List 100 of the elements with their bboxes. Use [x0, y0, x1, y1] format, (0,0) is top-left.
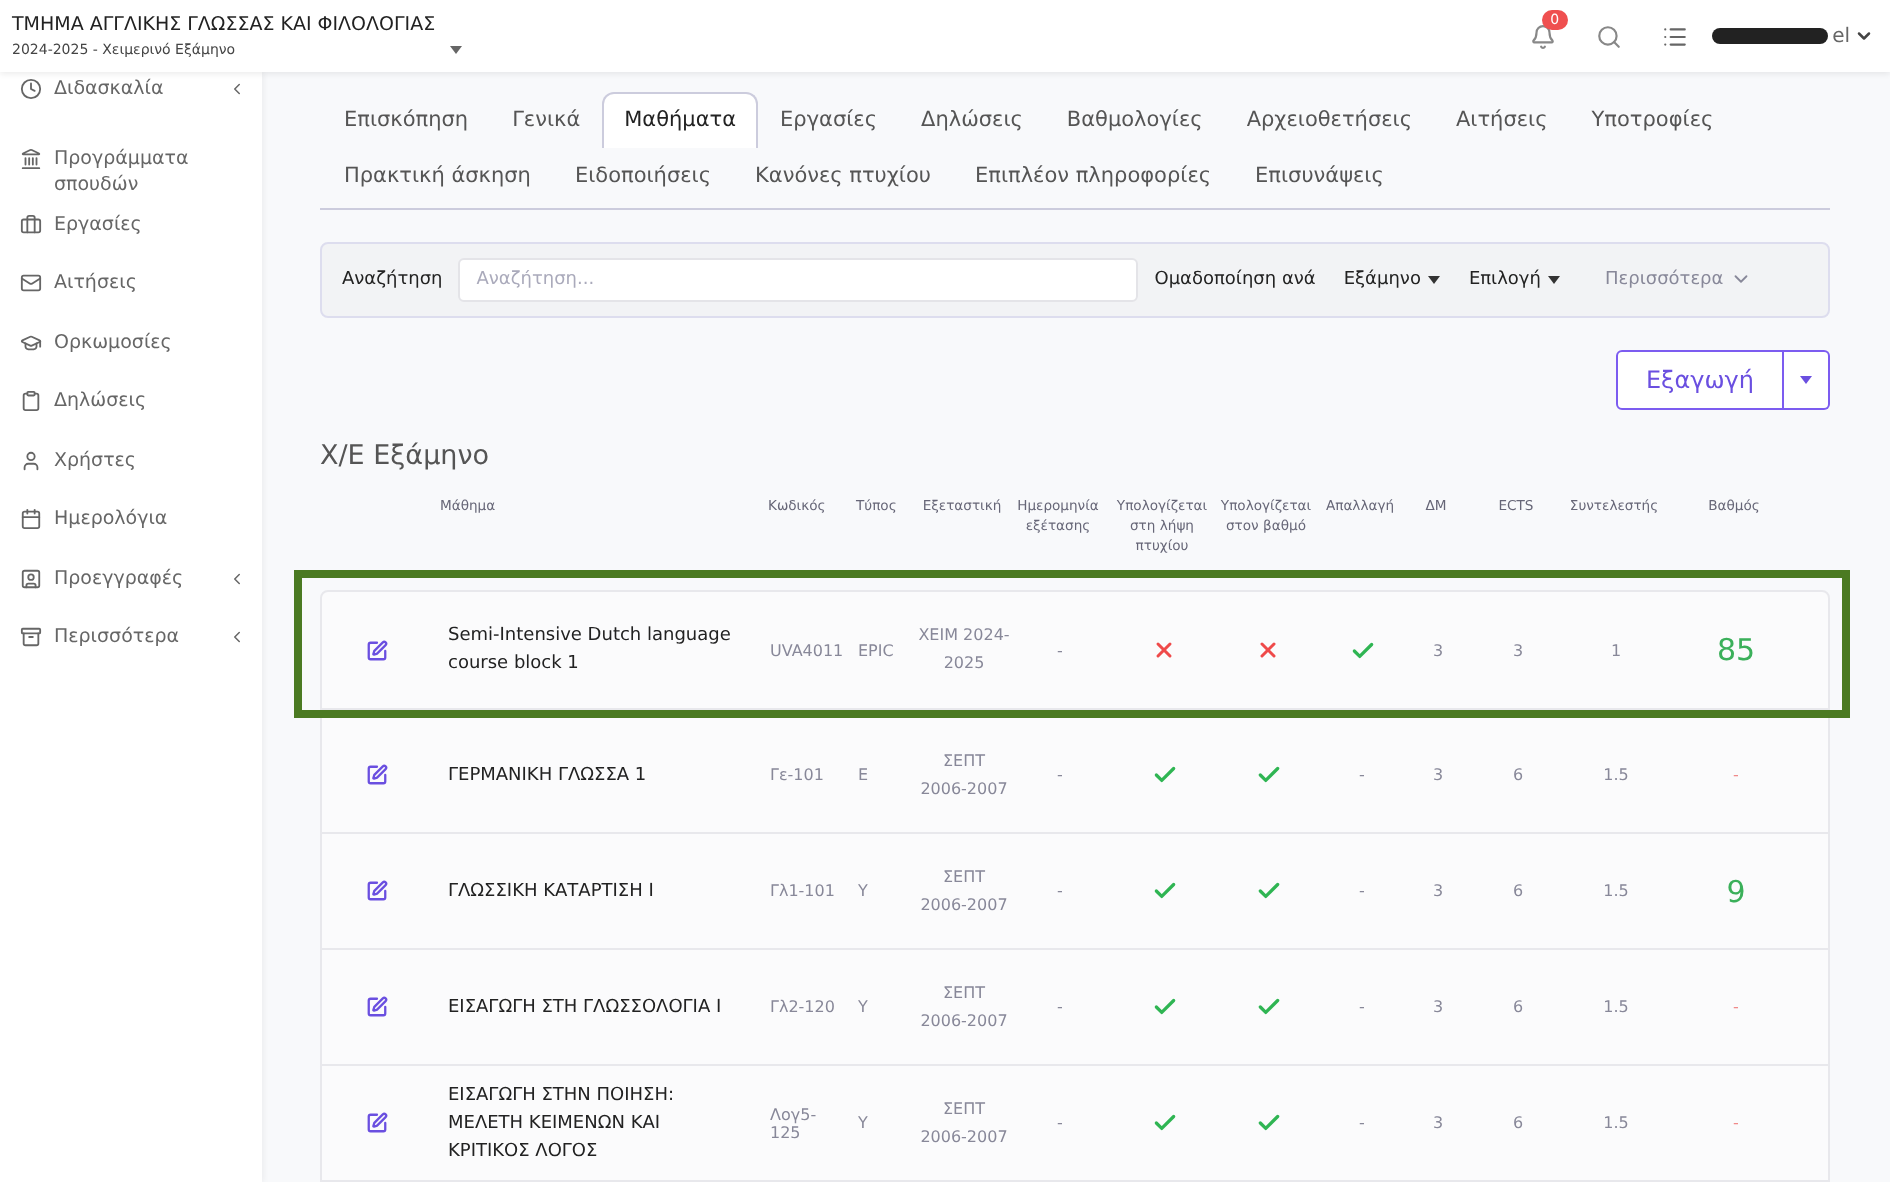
grade-cell-text: 9	[1724, 873, 1748, 909]
table-cell-text: 3	[1430, 641, 1446, 659]
tab[interactable]: Υποτροφίες	[1569, 92, 1736, 148]
table-cell-text: 3	[1510, 641, 1526, 659]
sidebar-item[interactable]: Ημερολόγια	[20, 492, 246, 551]
sidebar-item[interactable]: Διδασκαλία	[20, 72, 246, 131]
grade-cell-text: -	[1731, 766, 1741, 784]
edit-icon[interactable]	[365, 639, 387, 661]
search-label: Αναζήτηση	[342, 269, 443, 290]
group-by-label: Ομαδοποίηση ανά	[1154, 269, 1316, 290]
sidebar-item[interactable]: Δηλώσεις	[20, 374, 246, 433]
course-name: Semi-Intensive Dutch language course block 1	[446, 624, 733, 678]
redaction-bar	[1712, 28, 1829, 44]
edit-icon[interactable]	[365, 880, 387, 902]
table-cell-text: -	[1357, 882, 1367, 900]
table-cell-text: 1	[1608, 641, 1624, 659]
table-cell-text: -	[1055, 641, 1065, 659]
tab[interactable]: Επισυνάψεις	[1233, 148, 1406, 204]
calendar-icon	[20, 508, 42, 530]
table-cell-text: ΣΕΠΤ 2006-2007	[918, 981, 1010, 1033]
envelope-icon	[20, 272, 42, 294]
table-cell-text: 3	[1430, 882, 1446, 900]
tab[interactable]: Αιτήσεις	[1434, 92, 1570, 148]
table-cell-text: 1.5	[1601, 882, 1631, 900]
table-cell-text: ΣΕΠΤ 2006-2007	[918, 749, 1010, 801]
table-cell-text: Υ	[856, 998, 870, 1016]
table-cell-text: 1.5	[1601, 998, 1631, 1016]
table-cell-text: 6	[1510, 1114, 1526, 1132]
table-cell-text: -	[1357, 998, 1367, 1016]
tab[interactable]: Επισκόπηση	[322, 92, 491, 148]
table-cell-text: Λογ5-125	[768, 1105, 819, 1141]
tab[interactable]: Επιπλέον πληροφορίες	[953, 148, 1234, 204]
caret-icon[interactable]	[450, 46, 462, 54]
tab[interactable]: Εργασίες	[758, 92, 900, 148]
tab[interactable]: Μαθήματα	[602, 92, 759, 148]
table-cell-text: -	[1357, 766, 1367, 784]
sidebar-item[interactable]: Χρήστες	[20, 433, 246, 492]
table-cell-text: -	[1055, 998, 1065, 1016]
list-icon[interactable]	[1662, 23, 1689, 49]
table-cell-text: -	[1055, 882, 1065, 900]
grade-cell-text: 85	[1714, 632, 1758, 668]
edit-icon[interactable]	[365, 996, 387, 1018]
course-name: ΕΙΣΑΓΩΓΗ ΣΤΗΝ ΠΟΙΗΣΗ: ΜΕΛΕΤΗ ΚΕΙΜΕΝΩΝ ΚΑΙ ΚΡΙΤΙΚΟΣ ΛΟΓΟΣ	[446, 1083, 677, 1165]
table-cell-text: -	[1055, 1114, 1065, 1132]
department-title: ΤΜΗΜΑ ΑΓΓΛΙΚΗΣ ΓΛΩΣΣΑΣ ΚΑΙ ΦΙΛΟΛΟΓΙΑΣ	[12, 14, 438, 36]
bank-icon	[20, 147, 42, 169]
edit-icon[interactable]	[365, 764, 387, 786]
dropdown-button[interactable]: Επιλογή	[1468, 269, 1561, 290]
id-card-icon	[20, 567, 42, 589]
user-icon	[20, 449, 42, 471]
export-caret-button[interactable]	[1784, 349, 1830, 410]
table-cell-text: Γλ1-101	[768, 882, 837, 900]
table-cell-text: ΧΕΙΜ 2024-2025	[918, 624, 1010, 676]
clipboard-icon	[20, 390, 42, 412]
graduation-cap-icon	[20, 331, 42, 353]
search-field[interactable]: Αναζήτηση...	[458, 257, 1139, 302]
archive-icon	[20, 626, 42, 648]
table-cell-text: 3	[1430, 998, 1446, 1016]
tab[interactable]: Ειδοποιήσεις	[552, 148, 734, 204]
export-button[interactable]: Εξαγωγή	[1615, 349, 1784, 410]
search-icon[interactable]	[1596, 23, 1623, 49]
table-cell-text: 3	[1430, 1114, 1446, 1132]
table-cell-text: EPIC	[856, 641, 896, 659]
table-cell-text: 6	[1510, 766, 1526, 784]
edit-icon[interactable]	[365, 1112, 387, 1134]
course-name: ΕΙΣΑΓΩΓΗ ΣΤΗ ΓΛΩΣΣΟΛΟΓΙΑ Ι	[446, 995, 724, 1021]
table-cell-text: UVA4011	[768, 641, 846, 659]
tab[interactable]: Αρχειοθετήσεις	[1224, 92, 1434, 148]
sidebar-item[interactable]: Προγράμματα σπουδών	[20, 131, 246, 197]
sidebar-item[interactable]: Αιτήσεις	[20, 256, 246, 315]
briefcase-icon	[20, 213, 42, 235]
user-name[interactable]: el	[1832, 25, 1850, 47]
tab[interactable]: Πρακτική άσκηση	[322, 148, 553, 204]
course-name: ΓΛΩΣΣΙΚΗ ΚΑΤΑΡΤΙΣΗ Ι	[446, 879, 656, 905]
table-cell-text: Υ	[856, 882, 870, 900]
table-cell-text: -	[1055, 766, 1065, 784]
course-name: ΓΕΡΜΑΝΙΚΗ ΓΛΩΣΣΑ 1	[446, 763, 649, 789]
table-cell-text: Ε	[856, 766, 871, 784]
chevron-down-icon[interactable]	[1854, 26, 1874, 46]
bell-icon[interactable]	[1530, 23, 1557, 49]
table-cell-text: 6	[1510, 998, 1526, 1016]
table-cell-text: 3	[1430, 766, 1446, 784]
table-cell-text: 6	[1510, 882, 1526, 900]
table-cell-text: Υ	[856, 1114, 870, 1132]
tab[interactable]: Κανόνες πτυχίου	[733, 148, 953, 204]
grade-cell-text: -	[1731, 1114, 1741, 1132]
sidebar-item[interactable]: Εργασίες	[20, 197, 246, 256]
tab[interactable]: Γενικά	[490, 92, 603, 148]
section-title: Χ/Ε Εξάμηνο	[320, 439, 492, 472]
sidebar-item[interactable]: Ορκωμοσίες	[20, 315, 246, 374]
table-cell-text: 1.5	[1601, 1114, 1631, 1132]
table-cell-text: Γλ2-120	[768, 998, 837, 1016]
table-cell-text: ΣΕΠΤ 2006-2007	[918, 1097, 1010, 1149]
grade-cell-text: -	[1731, 998, 1741, 1016]
tab[interactable]: Βαθμολογίες	[1044, 92, 1225, 148]
sidebar-item[interactable]: Περισσότερα	[20, 610, 246, 669]
dropdown-button[interactable]: Εξάμηνο	[1343, 269, 1441, 290]
clock-icon	[20, 78, 42, 100]
sidebar-item[interactable]: Προεγγραφές	[20, 551, 246, 610]
tab[interactable]: Δηλώσεις	[899, 92, 1045, 148]
